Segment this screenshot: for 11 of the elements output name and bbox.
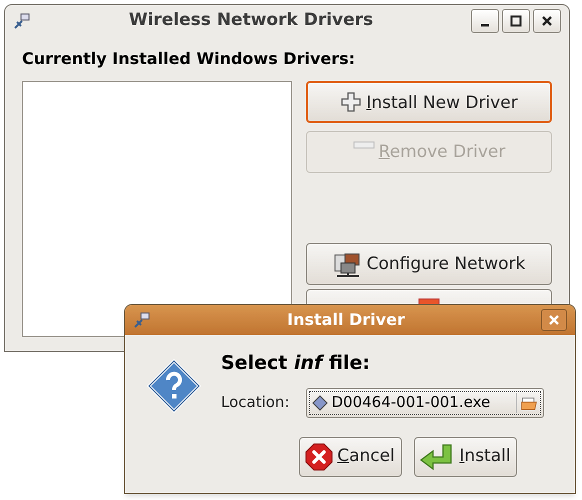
drivers-heading: Currently Installed Windows Drivers: bbox=[22, 48, 356, 70]
location-file-chooser[interactable]: D00464-001-001.exe bbox=[306, 388, 544, 418]
dialog-prompt: Select inf file: bbox=[221, 351, 371, 376]
configure-network-button[interactable]: Configure Network bbox=[306, 243, 552, 285]
install-button[interactable]: Install bbox=[414, 436, 516, 476]
dialog-title: Install Driver bbox=[287, 309, 405, 331]
location-label: Location: bbox=[221, 392, 290, 414]
install-new-driver-button[interactable]: Install New Driver bbox=[306, 81, 552, 123]
cancel-button[interactable]: Cancel bbox=[298, 436, 402, 476]
window-title: Wireless Network Drivers bbox=[128, 9, 374, 32]
location-value: D00464-001-001.exe bbox=[332, 392, 492, 414]
